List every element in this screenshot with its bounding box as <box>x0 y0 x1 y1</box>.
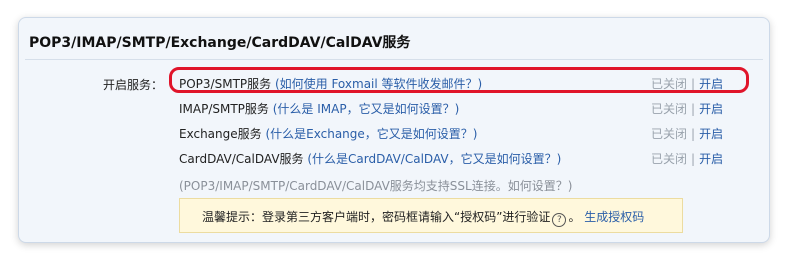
ssl-note: (POP3/IMAP/SMTP/CardDAV/CalDAV服务均支持SSL连接… <box>179 177 572 194</box>
enable-button-imap-smtp[interactable]: 开启 <box>699 102 723 116</box>
question-circle-icon[interactable]: ? <box>552 213 567 227</box>
panel-divider <box>25 59 763 60</box>
panel-title: POP3/IMAP/SMTP/Exchange/CardDAV/CalDAV服务 <box>29 35 411 51</box>
status-separator: | <box>691 127 696 141</box>
service-row-exchange: Exchange服务 (什么是Exchange，它又是如何设置？) <box>179 125 477 143</box>
paren-close: ) <box>454 102 460 116</box>
service-row-imap-smtp: IMAP/SMTP服务 (什么是 IMAP，它又是如何设置？) <box>179 100 459 118</box>
service-status-exchange: 已关闭 | 开启 <box>651 125 723 143</box>
status-separator: | <box>691 152 696 166</box>
ssl-note-suffix: ) <box>567 179 573 193</box>
service-status-carddav-caldav: 已关闭 | 开启 <box>651 150 723 168</box>
help-link-exchange[interactable]: 什么是Exchange，它又是如何设置？ <box>270 127 473 141</box>
paren-close: ) <box>556 152 562 166</box>
enable-services-label: 开启服务： <box>103 78 164 92</box>
paren-open: ( <box>261 127 271 141</box>
service-settings-panel: POP3/IMAP/SMTP/Exchange/CardDAV/CalDAV服务… <box>18 17 770 243</box>
tip-period: 。 <box>568 210 581 224</box>
status-closed-imap-smtp: 已关闭 <box>651 102 688 116</box>
tip-box: 温馨提示：登录第三方客户端时，密码框请输入“授权码”进行验证?。 生成授权码 <box>179 198 683 233</box>
status-closed-exchange: 已关闭 <box>651 127 688 141</box>
service-name-exchange: Exchange服务 <box>179 127 262 141</box>
tip-text: 温馨提示：登录第三方客户端时，密码框请输入“授权码”进行验证 <box>202 210 551 224</box>
help-link-carddav-caldav[interactable]: 什么是CardDAV/CalDAV，它又是如何设置？ <box>312 152 557 166</box>
service-row-carddav-caldav: CardDAV/CalDAV服务 (什么是CardDAV/CalDAV，它又是如… <box>179 150 561 168</box>
ssl-note-text: (POP3/IMAP/SMTP/CardDAV/CalDAV服务均支持SSL连接… <box>179 179 508 193</box>
service-status-imap-smtp: 已关闭 | 开启 <box>651 100 723 118</box>
generate-auth-code-link[interactable]: 生成授权码 <box>584 210 644 224</box>
service-name-imap-smtp: IMAP/SMTP服务 <box>179 102 269 116</box>
help-link-imap-smtp[interactable]: 什么是 IMAP，它又是如何设置？ <box>277 102 454 116</box>
service-name-carddav-caldav: CardDAV/CalDAV服务 <box>179 152 304 166</box>
enable-button-carddav-caldav[interactable]: 开启 <box>699 152 723 166</box>
status-closed-carddav-caldav: 已关闭 <box>651 152 688 166</box>
ssl-howto-link[interactable]: 如何设置？ <box>508 179 568 193</box>
highlight-annotation <box>169 67 749 93</box>
enable-button-exchange[interactable]: 开启 <box>699 127 723 141</box>
paren-close: ) <box>472 127 478 141</box>
paren-open: ( <box>303 152 313 166</box>
status-separator: | <box>691 102 696 116</box>
